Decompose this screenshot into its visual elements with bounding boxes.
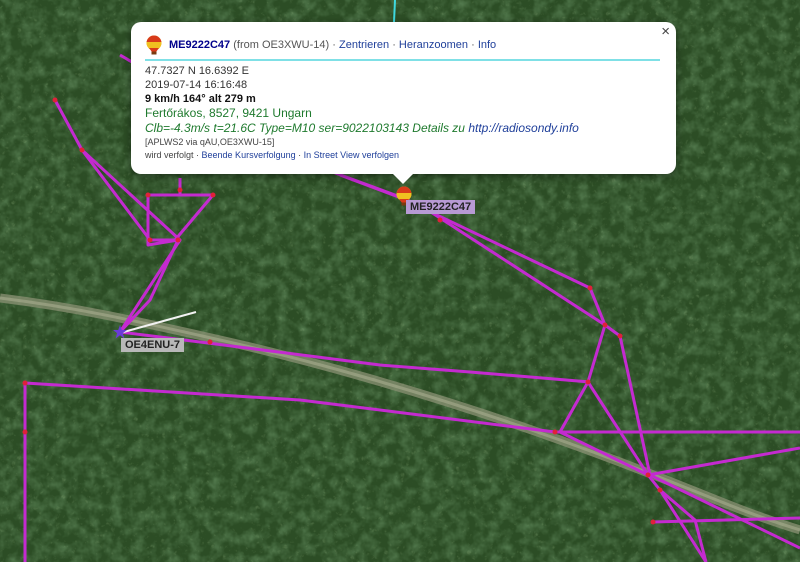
popup-location: Fertőrákos, 8527, 9421 Ungarn [145, 106, 312, 120]
center-link[interactable]: Zentrieren [339, 39, 389, 51]
separator: · [392, 39, 396, 51]
track-point-0 [52, 97, 58, 103]
popup-coordinates: 47.7327 N 16.6392 E [145, 65, 249, 77]
popup-telemetry-text: Clb=-4.3m/s t=21.6C Type=M10 ser=9022103… [145, 121, 465, 135]
popup-telemetry: Clb=-4.3m/s t=21.6C Type=M10 ser=9022103… [145, 121, 660, 136]
track-point-2 [145, 192, 151, 198]
station-icon [113, 325, 127, 339]
street-view-link[interactable]: In Street View verfolgen [304, 150, 399, 160]
zoom-in-link[interactable]: Heranzoomen [399, 39, 468, 51]
track-point-15 [22, 429, 28, 435]
popup-pointer [393, 174, 413, 184]
track-point-10 [552, 429, 558, 435]
track-point-9 [585, 379, 591, 385]
track-point-1 [79, 147, 85, 153]
separator: · [298, 150, 302, 160]
track-point-7 [602, 322, 608, 328]
track-point-5 [147, 237, 153, 243]
track-point-12 [657, 487, 663, 493]
popup-callsign[interactable]: ME9222C47 [169, 39, 230, 51]
station-marker[interactable] [113, 325, 127, 339]
separator: · [332, 39, 336, 51]
stop-tracking-link[interactable]: Beende Kursverfolgung [202, 150, 296, 160]
radiosondy-link[interactable]: http://radiosondy.info [468, 121, 579, 135]
popup-status-prefix: wird verfolgt · [145, 150, 200, 160]
popup-from: (from OE3XWU-14) [233, 39, 330, 51]
station-label[interactable]: OE4ENU-7 [121, 338, 185, 352]
track-point-3 [210, 192, 216, 198]
track-point-13 [650, 519, 656, 525]
close-popup-button[interactable]: × [661, 23, 670, 40]
balloon-icon [146, 35, 162, 55]
track-point-16 [437, 217, 443, 223]
popup-timestamp: 2019-07-14 16:16:48 [145, 79, 248, 91]
separator: · [471, 39, 475, 51]
track-point-4 [175, 237, 181, 243]
track-point-14 [22, 380, 28, 386]
track-point-11 [645, 472, 651, 478]
track-point-18 [207, 339, 213, 345]
popup-divider [145, 59, 660, 61]
popup-speed-course-alt: 9 km/h 164° alt 279 m [145, 93, 256, 105]
info-popup: × ME9222C47 (from OE3XWU-14) · Zentriere… [131, 22, 676, 184]
popup-path: [APLWS2 via qAU,OE3XWU-15] [145, 137, 275, 147]
balloon-label[interactable]: ME9222C47 [406, 200, 476, 214]
track-point-8 [617, 333, 623, 339]
cyan-track [393, 0, 396, 23]
popup-header: ME9222C47 (from OE3XWU-14) · Zentrieren … [145, 35, 660, 55]
popup-status: wird verfolgt · Beende Kursverfolgung · … [145, 149, 660, 162]
track-point-17 [177, 187, 183, 193]
info-link[interactable]: Info [478, 39, 496, 51]
track-point-6 [587, 285, 593, 291]
